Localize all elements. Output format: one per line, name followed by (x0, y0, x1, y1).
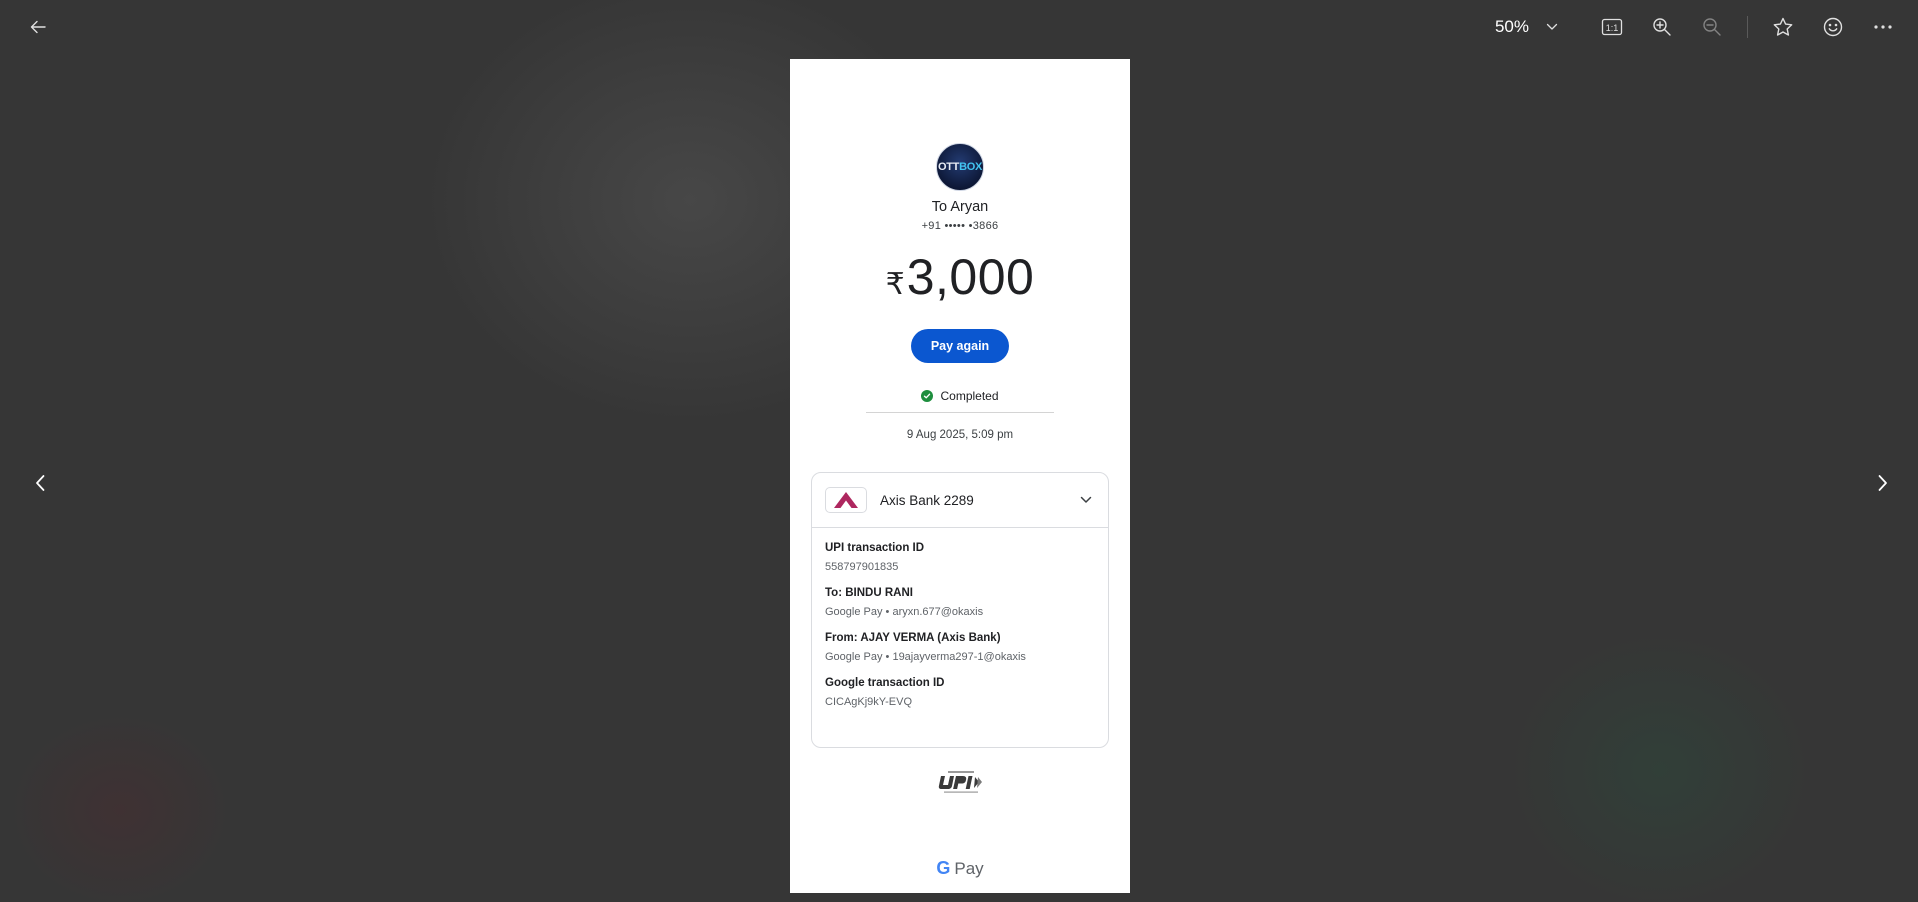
zoom-in-button[interactable] (1643, 10, 1681, 44)
transaction-datetime: 9 Aug 2025, 5:09 pm (906, 429, 1014, 441)
detail-label: To: BINDU RANI (825, 587, 913, 599)
emoji-icon (1823, 17, 1843, 37)
toolbar-divider (1747, 16, 1748, 38)
more-icon (1874, 25, 1892, 29)
receipt-image: OTTBOX To Aryan +91 ••••• •3866 ₹ 3,000 … (790, 59, 1130, 893)
status-row: Completed (790, 389, 1130, 403)
more-options-button[interactable] (1864, 10, 1902, 44)
detail-value: Google Pay • 19ajayverma297-1@okaxis (825, 651, 1026, 663)
svg-text:1:1: 1:1 (1606, 23, 1619, 33)
detail-item-from: From: AJAY VERMA (Axis Bank) Google Pay … (825, 632, 1095, 663)
payment-amount: ₹ 3,000 (790, 248, 1130, 306)
chevron-down-icon (1076, 490, 1096, 510)
zoom-out-icon (1703, 18, 1721, 36)
google-g-icon: G (936, 858, 951, 878)
detail-value: CICAgKj9kY-EVQ (825, 696, 913, 708)
bank-account-row[interactable]: Axis Bank 2289 (812, 473, 1108, 528)
chevron-left-icon (36, 475, 45, 491)
transaction-details-card: Axis Bank 2289 UPI transaction ID 558797… (811, 472, 1109, 748)
amount-value: 3,000 (906, 249, 1035, 305)
detail-label: UPI transaction ID (825, 542, 925, 554)
bank-name: Axis Bank 2289 (880, 492, 974, 508)
detail-value: Google Pay • aryxn.677@okaxis (825, 606, 984, 618)
zoom-dropdown[interactable]: 50% (1485, 12, 1565, 42)
zoom-level: 50% (1494, 17, 1529, 36)
actual-size-button[interactable]: 1:1 (1593, 10, 1631, 44)
detail-item-google-id: Google transaction ID CICAgKj9kY-EVQ (825, 677, 1095, 708)
avatar: OTTBOX (936, 143, 984, 191)
detail-value: 558797901835 (825, 561, 899, 573)
status-text: Completed (940, 389, 999, 403)
back-button[interactable] (22, 12, 54, 42)
favorite-button[interactable] (1764, 10, 1802, 44)
star-icon (1773, 17, 1793, 36)
detail-item-upi-id: UPI transaction ID 558797901835 (825, 542, 1095, 573)
axis-bank-logo-icon (825, 487, 867, 513)
detail-item-to: To: BINDU RANI Google Pay • aryxn.677@ok… (825, 587, 1095, 618)
pay-again-button[interactable]: Pay again (911, 329, 1009, 363)
google-pay-logo: G Pay (790, 858, 1130, 879)
reactions-button[interactable] (1814, 10, 1852, 44)
previous-image-button[interactable] (25, 466, 55, 500)
upi-logo-icon (938, 771, 982, 793)
avatar-logo: OTTBOX (937, 161, 983, 173)
actual-size-icon: 1:1 (1601, 18, 1623, 36)
back-arrow-icon (30, 20, 46, 34)
recipient-name: To Aryan (931, 199, 989, 215)
zoom-out-button[interactable] (1693, 10, 1731, 44)
google-pay-text: Pay (954, 858, 984, 878)
detail-list: UPI transaction ID 558797901835 To: BIND… (812, 528, 1108, 708)
check-circle-icon (921, 390, 934, 402)
detail-label: From: AJAY VERMA (Axis Bank) (825, 632, 1001, 644)
viewer-toolbar: 50% 1:1 (1485, 8, 1908, 46)
recipient-phone: +91 ••••• •3866 (921, 220, 999, 232)
divider (866, 412, 1054, 413)
zoom-in-icon (1653, 18, 1671, 36)
chevron-right-icon (1878, 475, 1887, 491)
next-image-button[interactable] (1868, 466, 1898, 500)
detail-label: Google transaction ID (825, 677, 945, 689)
currency-symbol: ₹ (885, 268, 905, 301)
chevron-down-icon (1539, 12, 1565, 42)
